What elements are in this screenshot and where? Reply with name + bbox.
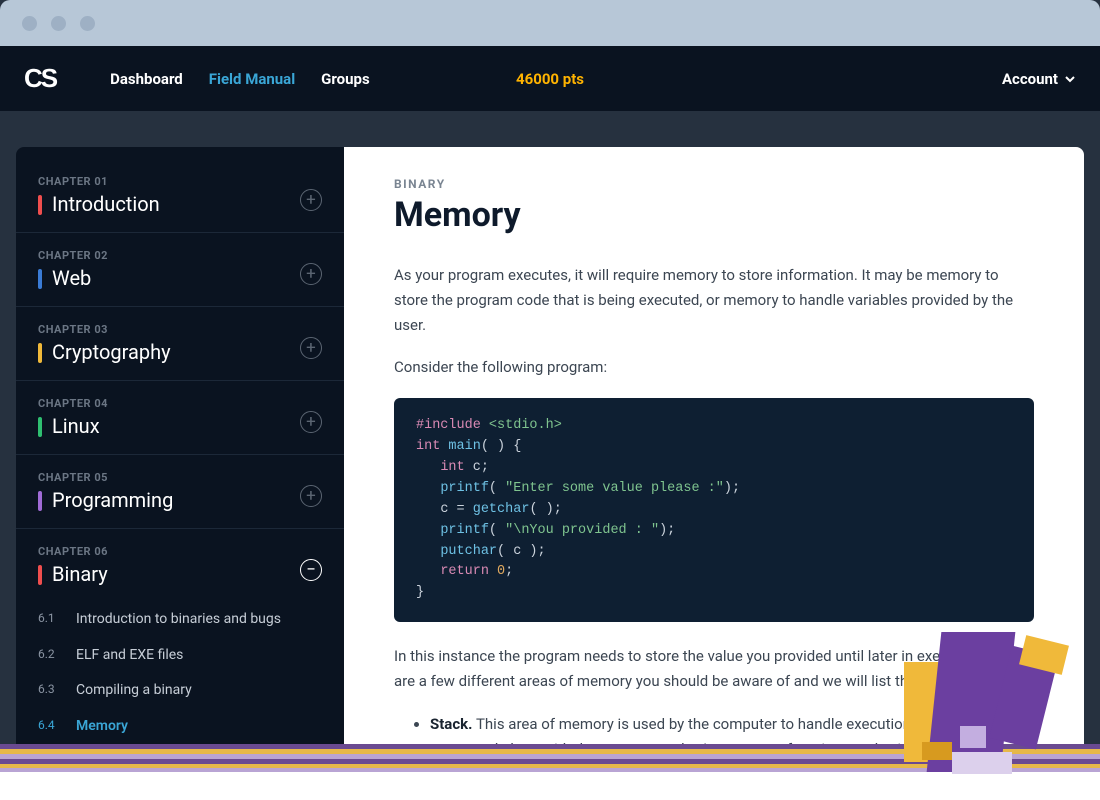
- logo[interactable]: CS: [24, 63, 56, 94]
- chapter-title: Web: [52, 266, 91, 290]
- lesson-num: 6.4: [38, 717, 62, 737]
- chapter-eyebrow: CHAPTER 02: [38, 249, 300, 262]
- chevron-down-icon: [1064, 73, 1076, 85]
- account-menu[interactable]: Account: [1002, 70, 1076, 88]
- chapter-web[interactable]: CHAPTER 02 Web +: [38, 233, 322, 306]
- content-eyebrow: BINARY: [394, 177, 1034, 191]
- expand-icon[interactable]: +: [300, 189, 322, 211]
- chapter-programming[interactable]: CHAPTER 05 Programming +: [38, 455, 322, 528]
- paragraph: As your program executes, it will requir…: [394, 263, 1034, 337]
- lesson-elf-exe[interactable]: 6.2 ELF and EXE files: [38, 638, 322, 674]
- chapter-eyebrow: CHAPTER 05: [38, 471, 300, 484]
- traffic-dot-yellow[interactable]: [51, 16, 66, 31]
- collapse-icon[interactable]: −: [300, 559, 322, 581]
- lesson-title: Memory: [76, 717, 128, 737]
- chapter-sidebar: CHAPTER 01 Introduction + CHAPTER 02 Web…: [16, 147, 344, 767]
- nav-links: Dashboard Field Manual Groups: [110, 70, 370, 88]
- points-display: 46000 pts: [516, 70, 584, 88]
- chapter-accent: [38, 491, 42, 511]
- lesson-num: 6.2: [38, 646, 62, 666]
- chapter-title: Introduction: [52, 192, 160, 216]
- decorative-corner-graphic: [904, 632, 1064, 782]
- chapter-title: Cryptography: [52, 340, 171, 364]
- expand-icon[interactable]: +: [300, 337, 322, 359]
- traffic-dot-red[interactable]: [22, 16, 37, 31]
- nav-link-dashboard[interactable]: Dashboard: [110, 70, 183, 88]
- chapter-eyebrow: CHAPTER 04: [38, 397, 300, 410]
- browser-chrome: [0, 0, 1100, 46]
- chapter-accent: [38, 195, 42, 215]
- chapter-accent: [38, 343, 42, 363]
- expand-icon[interactable]: +: [300, 263, 322, 285]
- lesson-compiling[interactable]: 6.3 Compiling a binary: [38, 673, 322, 709]
- chapter-eyebrow: CHAPTER 01: [38, 175, 300, 188]
- account-label: Account: [1002, 70, 1058, 88]
- chapter-accent: [38, 417, 42, 437]
- chapter-cryptography[interactable]: CHAPTER 03 Cryptography +: [38, 307, 322, 380]
- page-title: Memory: [394, 195, 1034, 235]
- chapter-title: Binary: [52, 562, 108, 586]
- lesson-list: 6.1 Introduction to binaries and bugs 6.…: [38, 602, 322, 767]
- chapter-binary[interactable]: CHAPTER 06 Binary −: [38, 529, 322, 602]
- top-nav: CS Dashboard Field Manual Groups 46000 p…: [0, 46, 1100, 111]
- chapter-eyebrow: CHAPTER 03: [38, 323, 300, 336]
- chapter-eyebrow: CHAPTER 06: [38, 545, 300, 558]
- lesson-intro-binaries[interactable]: 6.1 Introduction to binaries and bugs: [38, 602, 322, 638]
- chapter-accent: [38, 565, 42, 585]
- chapter-accent: [38, 269, 42, 289]
- lesson-title: ELF and EXE files: [76, 646, 183, 666]
- paragraph: Consider the following program:: [394, 355, 1034, 380]
- lesson-num: 6.1: [38, 610, 62, 630]
- lesson-num: 6.3: [38, 681, 62, 701]
- expand-icon[interactable]: +: [300, 411, 322, 433]
- chapter-title: Programming: [52, 488, 173, 512]
- chapter-introduction[interactable]: CHAPTER 01 Introduction +: [38, 175, 322, 232]
- nav-link-field-manual[interactable]: Field Manual: [209, 70, 295, 88]
- traffic-dot-green[interactable]: [80, 16, 95, 31]
- chapter-title: Linux: [52, 414, 100, 438]
- chapter-linux[interactable]: CHAPTER 04 Linux +: [38, 381, 322, 454]
- lesson-title: Compiling a binary: [76, 681, 192, 701]
- lesson-memory[interactable]: 6.4 Memory: [38, 709, 322, 745]
- lesson-title: Introduction to binaries and bugs: [76, 610, 281, 630]
- expand-icon[interactable]: +: [300, 485, 322, 507]
- nav-link-groups[interactable]: Groups: [321, 70, 370, 88]
- code-block: #include <stdio.h> int main( ) { int c; …: [394, 398, 1034, 622]
